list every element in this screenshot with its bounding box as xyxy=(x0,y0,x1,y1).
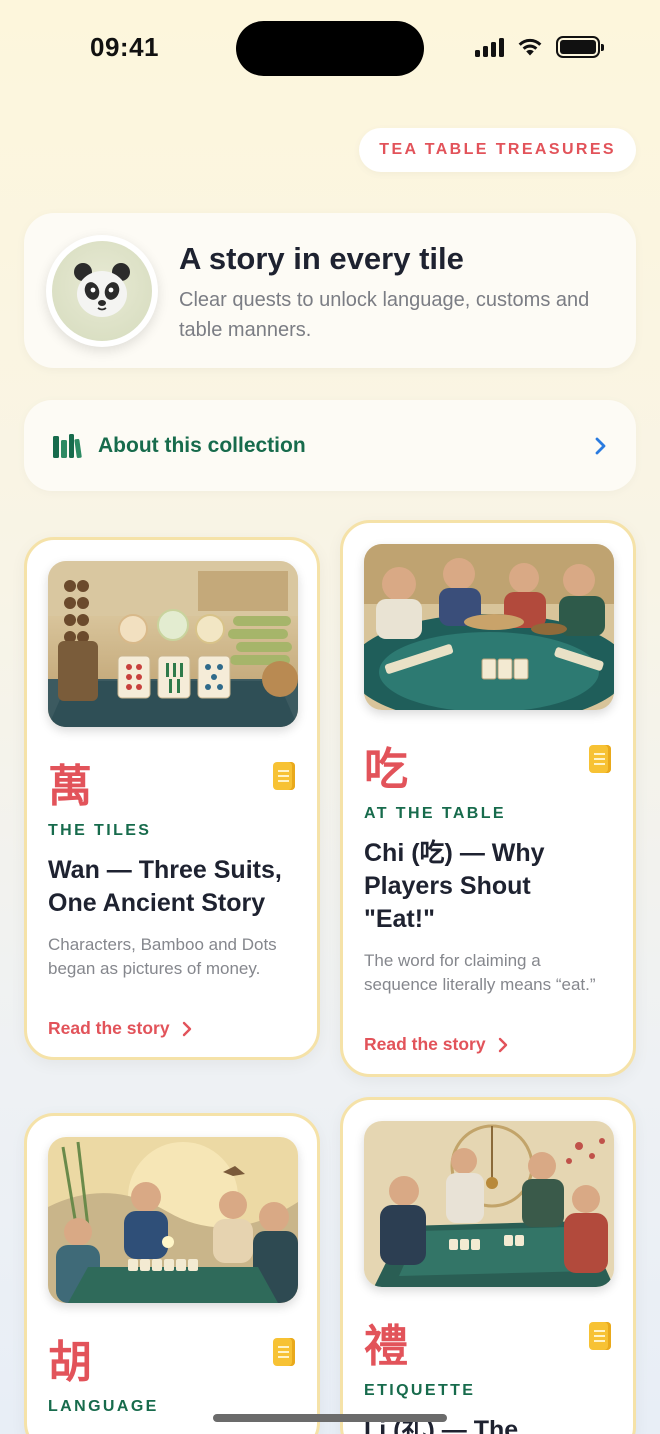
status-bar: 09:41 xyxy=(0,0,660,100)
hero-subtitle: Clear quests to unlock language, customs… xyxy=(179,289,590,341)
card-category: ETIQUETTE xyxy=(364,1382,476,1399)
card-glyph: 吃 xyxy=(364,744,408,795)
card-glyph: 禮 xyxy=(364,1321,408,1372)
dynamic-island xyxy=(236,21,424,76)
story-card[interactable]: 胡 LANGUAGE xyxy=(24,1113,320,1434)
card-glyph: 萬 xyxy=(48,761,92,812)
avatar xyxy=(46,235,158,347)
story-card[interactable]: 禮 ETIQUETTE Li (礼) — The xyxy=(340,1097,636,1434)
card-title: Chi (吃) — Why Players Shout "Eat!" xyxy=(364,839,545,933)
card-category: AT THE TABLE xyxy=(364,805,506,822)
read-story-link[interactable]: Read the story xyxy=(48,1018,192,1039)
wifi-icon xyxy=(518,38,542,56)
books-icon xyxy=(53,433,82,458)
read-story-link[interactable]: Read the story xyxy=(364,1034,508,1055)
card-glyph: 胡 xyxy=(48,1337,92,1388)
panda-icon xyxy=(74,263,130,317)
story-illustration-table xyxy=(364,544,614,710)
story-card[interactable]: 萬 THE TILES Wan — Three Suits, One Ancie… xyxy=(24,537,320,1060)
story-illustration-language xyxy=(48,1137,298,1303)
hero-card: A story in every tile Clear quests to un… xyxy=(24,213,636,368)
chevron-right-icon xyxy=(595,437,606,454)
status-icons xyxy=(475,36,604,58)
note-icon xyxy=(589,1322,611,1350)
collection-pill[interactable]: TEA TABLE TREASURES xyxy=(359,128,636,172)
card-description: The word for claiming a sequence literal… xyxy=(364,951,596,994)
read-story-label: Read the story xyxy=(48,1018,170,1038)
battery-icon xyxy=(556,36,604,58)
status-time: 09:41 xyxy=(90,32,159,62)
story-card[interactable]: 吃 AT THE TABLE Chi (吃) — Why Players Sho… xyxy=(340,520,636,1077)
note-icon xyxy=(273,762,295,790)
home-indicator[interactable] xyxy=(213,1414,447,1422)
chevron-right-icon xyxy=(498,1037,507,1052)
story-illustration-etiquette xyxy=(364,1121,614,1287)
note-icon xyxy=(273,1338,295,1366)
about-collection-button[interactable]: About this collection xyxy=(24,400,636,491)
cellular-signal-icon xyxy=(475,37,504,57)
story-illustration-tiles xyxy=(48,561,298,727)
chevron-right-icon xyxy=(182,1021,191,1036)
card-category: THE TILES xyxy=(48,822,152,839)
card-category: LANGUAGE xyxy=(48,1398,159,1415)
about-collection-label: About this collection xyxy=(98,433,306,457)
card-title: Wan — Three Suits, One Ancient Story xyxy=(48,856,282,917)
hero-title: A story in every tile xyxy=(179,241,464,276)
card-description: Characters, Bamboo and Dots began as pic… xyxy=(48,935,277,978)
read-story-label: Read the story xyxy=(364,1034,486,1054)
note-icon xyxy=(589,745,611,773)
